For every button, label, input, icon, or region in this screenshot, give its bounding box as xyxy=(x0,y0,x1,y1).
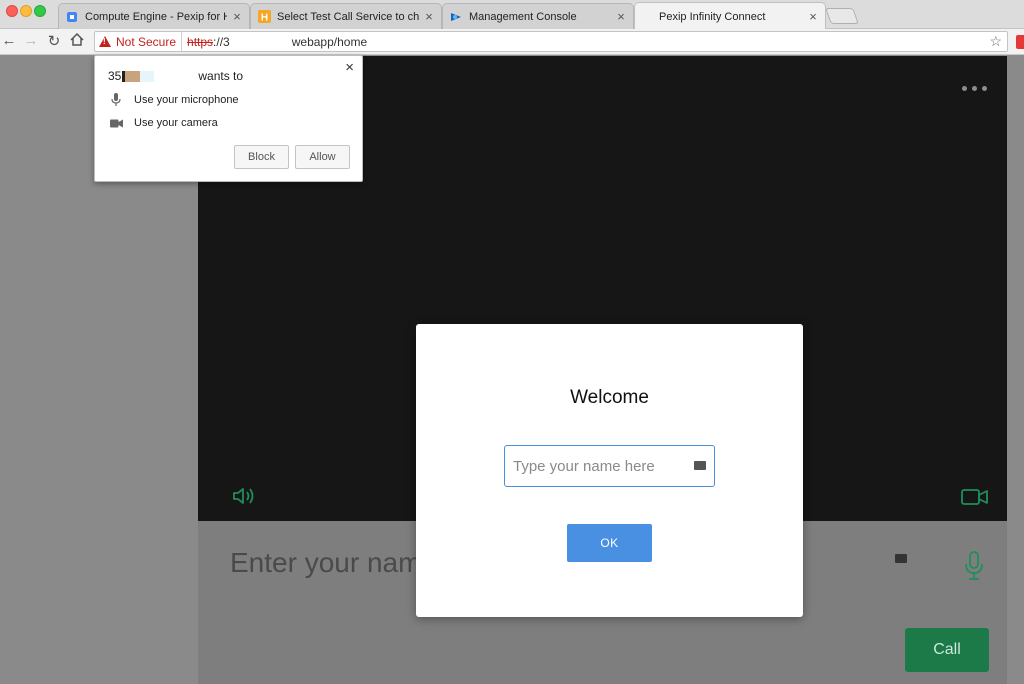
name-input-background[interactable]: Enter your nam xyxy=(230,547,421,579)
tab-close-icon[interactable]: × xyxy=(231,9,243,24)
name-field[interactable] xyxy=(504,445,715,487)
origin-prefix: 35 xyxy=(108,69,122,83)
welcome-dialog: Welcome OK xyxy=(416,324,803,617)
tab-pexip-infinity-connect[interactable]: Pexip Infinity Connect × xyxy=(634,2,826,30)
volume-icon[interactable] xyxy=(232,486,258,511)
browser-toolbar: ← → ↻ Not Secure https://3 webapp/home ☆ xyxy=(0,29,1024,55)
new-tab-button[interactable] xyxy=(825,8,859,24)
camera-icon xyxy=(109,119,123,128)
permission-label: Use your camera xyxy=(134,117,218,129)
dialog-title: Welcome xyxy=(570,387,649,408)
permission-popup: 35 wants to × Use your microphone Use yo… xyxy=(94,55,363,182)
address-bar[interactable]: Not Secure https://3 webapp/home ☆ xyxy=(94,31,1008,52)
tab-test-call-service[interactable]: H Select Test Call Service to cha × xyxy=(250,3,442,29)
url-text[interactable]: https://3 webapp/home xyxy=(182,35,367,49)
name-input[interactable] xyxy=(505,446,695,486)
tab-title: Management Console xyxy=(469,10,577,23)
url-host: ://3 xyxy=(213,34,230,49)
tab-title: Select Test Call Service to cha xyxy=(277,10,419,23)
origin-redacted xyxy=(122,70,180,82)
home-icon[interactable] xyxy=(68,32,86,50)
tab-close-icon[interactable]: × xyxy=(423,9,435,24)
window-minimize-button[interactable] xyxy=(20,5,32,17)
tab-title: Compute Engine - Pexip for He xyxy=(85,10,227,23)
block-button[interactable]: Block xyxy=(234,145,289,169)
window-close-button[interactable] xyxy=(6,5,18,17)
back-icon[interactable]: ← xyxy=(0,32,18,49)
permission-microphone: Use your microphone xyxy=(109,93,239,106)
close-icon[interactable]: × xyxy=(345,59,354,76)
call-button[interactable]: Call xyxy=(905,628,989,672)
microphone-icon xyxy=(109,93,123,106)
permission-label: Use your microphone xyxy=(134,93,239,106)
keyboard-icon[interactable] xyxy=(694,461,706,470)
svg-text:H: H xyxy=(260,13,267,24)
forward-icon[interactable]: → xyxy=(22,32,40,49)
pexip-console-icon xyxy=(449,10,463,24)
tab-close-icon[interactable]: × xyxy=(807,9,819,24)
security-indicator[interactable]: Not Secure xyxy=(95,32,183,51)
tab-title: Pexip Infinity Connect xyxy=(659,10,766,23)
window-zoom-button[interactable] xyxy=(34,5,46,17)
warning-icon xyxy=(99,36,111,47)
permission-header: 35 wants to xyxy=(108,69,243,83)
wants-to-label: wants to xyxy=(198,69,244,83)
camera-toggle-icon[interactable] xyxy=(961,488,989,511)
permission-camera: Use your camera xyxy=(109,117,218,129)
more-options-icon[interactable] xyxy=(962,86,987,91)
microphone-toggle-icon[interactable] xyxy=(964,551,984,586)
url-path: webapp/home xyxy=(291,34,368,49)
allow-button[interactable]: Allow xyxy=(295,145,350,169)
keyboard-icon xyxy=(895,554,907,563)
hubspot-h-icon: H xyxy=(257,10,271,24)
ok-button[interactable]: OK xyxy=(567,524,652,562)
reload-icon[interactable]: ↻ xyxy=(45,32,63,50)
compute-engine-icon xyxy=(65,10,79,24)
extension-icon[interactable] xyxy=(1016,35,1024,49)
url-scheme: https xyxy=(187,34,214,49)
not-secure-label: Not Secure xyxy=(116,34,177,49)
tab-strip: Compute Engine - Pexip for He × H Select… xyxy=(0,0,1024,30)
tab-management-console[interactable]: Management Console × xyxy=(442,3,634,29)
tab-compute-engine[interactable]: Compute Engine - Pexip for He × xyxy=(58,3,250,29)
bookmark-star-icon[interactable]: ☆ xyxy=(989,33,1002,50)
tab-close-icon[interactable]: × xyxy=(615,9,627,24)
